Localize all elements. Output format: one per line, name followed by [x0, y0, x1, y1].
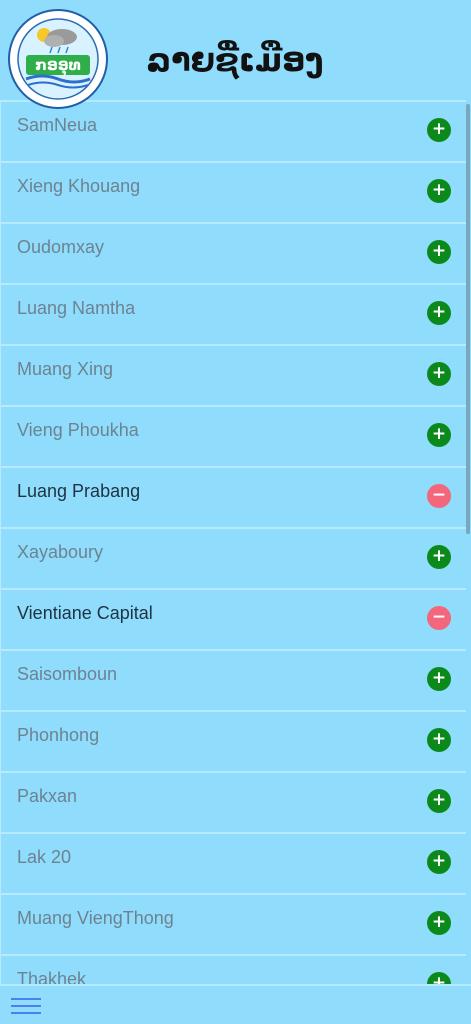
logo-graphic: ກອອຸທ — [8, 9, 108, 109]
list-item-label: Pakxan — [17, 786, 78, 806]
list-item-label: Vieng Phoukha — [17, 420, 139, 440]
district-list: SamNeua + Xieng Khouang + Oudomxay + Lua… — [0, 100, 466, 984]
add-icon[interactable]: + — [427, 545, 451, 569]
remove-icon[interactable]: − — [427, 484, 451, 508]
meteorology-logo-icon: ກອອຸທ — [8, 9, 108, 109]
list-item-label: Muang ViengThong — [17, 908, 174, 928]
list-item[interactable]: Luang Namtha + — [0, 285, 466, 346]
add-icon[interactable]: + — [427, 789, 451, 813]
list-item-label: Muang Xing — [17, 359, 114, 379]
list-item[interactable]: Oudomxay + — [0, 224, 466, 285]
add-icon[interactable]: + — [427, 972, 451, 984]
list-item[interactable]: Xieng Khouang + — [0, 163, 466, 224]
list-item-label: Lak 20 — [17, 847, 72, 867]
list-item[interactable]: Thakhek + — [0, 956, 466, 984]
remove-icon[interactable]: − — [427, 606, 451, 630]
add-icon[interactable]: + — [427, 362, 451, 386]
list-item-label: Oudomxay — [17, 237, 105, 257]
list-item[interactable]: Luang Prabang − — [0, 468, 466, 529]
list-item[interactable]: Xayaboury + — [0, 529, 466, 590]
page-title: ລາຍຊື່ເມືອງ — [146, 41, 324, 79]
list-item-label: Luang Prabang — [17, 481, 141, 501]
add-icon[interactable]: + — [427, 301, 451, 325]
list-scrollbar[interactable] — [466, 104, 470, 534]
list-item[interactable]: Saisomboun + — [0, 651, 466, 712]
list-item[interactable]: Vieng Phoukha + — [0, 407, 466, 468]
add-icon[interactable]: + — [427, 118, 451, 142]
list-item[interactable]: Muang Xing + — [0, 346, 466, 407]
list-item-label: Saisomboun — [17, 664, 118, 684]
app-window: ລາຍຊື່ເມືອງ ກອອຸທ SamNeua + Xieng Khouan… — [0, 0, 471, 1024]
list-item-label: Luang Namtha — [17, 298, 136, 318]
list-item-label: Xieng Khouang — [17, 176, 141, 196]
bottom-bar — [0, 984, 471, 1024]
add-icon[interactable]: + — [427, 423, 451, 447]
add-icon[interactable]: + — [427, 179, 451, 203]
list-item[interactable]: Muang ViengThong + — [0, 895, 466, 956]
list-item[interactable]: Pakxan + — [0, 773, 466, 834]
list-item-label: Vientiane Capital — [17, 603, 153, 623]
list-item[interactable]: Vientiane Capital − — [0, 590, 466, 651]
list-item[interactable]: Lak 20 + — [0, 834, 466, 895]
list-item-label: Xayaboury — [17, 542, 104, 562]
list-item-label: Phonhong — [17, 725, 100, 745]
add-icon[interactable]: + — [427, 850, 451, 874]
list-item-label: SamNeua — [17, 115, 98, 135]
add-icon[interactable]: + — [427, 911, 451, 935]
svg-text:ກອອຸທ: ກອອຸທ — [35, 56, 81, 77]
list-item[interactable]: SamNeua + — [0, 100, 466, 163]
add-icon[interactable]: + — [427, 667, 451, 691]
add-icon[interactable]: + — [427, 728, 451, 752]
hamburger-menu-icon[interactable] — [11, 996, 41, 1016]
add-icon[interactable]: + — [427, 240, 451, 264]
list-item-label: Thakhek — [17, 969, 87, 984]
list-item[interactable]: Phonhong + — [0, 712, 466, 773]
